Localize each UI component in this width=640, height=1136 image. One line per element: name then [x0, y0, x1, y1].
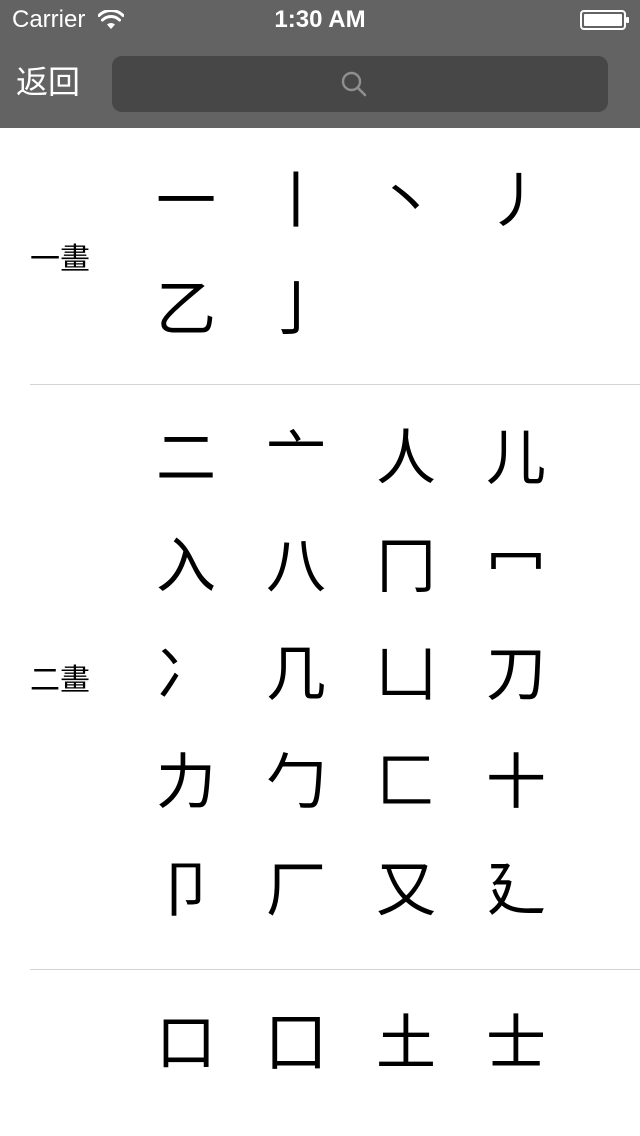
radical-item[interactable]: 凵: [366, 621, 446, 729]
stroke-section-3: 口 囗 土 士: [30, 970, 640, 1122]
radical-item[interactable]: 乙: [146, 256, 226, 364]
battery-icon: [580, 10, 629, 30]
radical-item[interactable]: 入: [146, 513, 226, 621]
radical-item[interactable]: 勹: [256, 729, 336, 837]
radical-item[interactable]: 士: [476, 990, 556, 1098]
radical-item[interactable]: 厂: [256, 837, 336, 945]
section-label: 二畫: [30, 663, 90, 698]
stroke-section-2: 二畫 二 亠 人 儿 入 八 冂 冖 冫 几 凵 刀 力 勹 匚 十 卩 厂 又…: [30, 385, 640, 970]
status-bar: Carrier 1:30 AM: [0, 0, 640, 40]
radical-item[interactable]: 儿: [476, 405, 556, 513]
radical-item[interactable]: 十: [476, 729, 556, 837]
radical-item[interactable]: 丶: [366, 148, 446, 256]
radical-item[interactable]: 亅: [256, 256, 336, 364]
radical-item[interactable]: 丿: [476, 148, 556, 256]
radical-item[interactable]: 又: [366, 837, 446, 945]
stroke-section-1: 一畫 一 丨 丶 丿 乙 亅: [30, 128, 640, 385]
back-button[interactable]: 返回: [16, 62, 80, 102]
radical-item[interactable]: 匚: [366, 729, 446, 837]
radical-item[interactable]: 卩: [146, 837, 226, 945]
radical-item[interactable]: 廴: [476, 837, 556, 945]
radical-item[interactable]: 人: [366, 405, 446, 513]
radical-item[interactable]: 几: [256, 621, 336, 729]
section-label: 一畫: [30, 242, 90, 277]
radical-item[interactable]: 力: [146, 729, 226, 837]
search-input[interactable]: [112, 56, 608, 112]
search-field[interactable]: [112, 56, 608, 112]
radical-item[interactable]: 囗: [256, 990, 336, 1098]
radical-item[interactable]: 亠: [256, 405, 336, 513]
radical-item[interactable]: 一: [146, 148, 226, 256]
radical-item[interactable]: 八: [256, 513, 336, 621]
top-bar: Carrier 1:30 AM 返回: [0, 0, 640, 128]
radical-item[interactable]: 丨: [256, 148, 336, 256]
radical-item[interactable]: 冂: [366, 513, 446, 621]
radical-item[interactable]: 冫: [146, 621, 226, 729]
radical-list[interactable]: 一畫 一 丨 丶 丿 乙 亅 二畫 二 亠 人 儿 入 八 冂 冖 冫 几 凵 …: [0, 128, 640, 1136]
status-time: 1:30 AM: [274, 6, 366, 33]
radical-item[interactable]: 土: [366, 990, 446, 1098]
radical-item[interactable]: 口: [146, 990, 226, 1098]
radical-grid: 口 囗 土 士: [146, 970, 640, 1122]
radical-grid: 一 丨 丶 丿 乙 亅: [146, 128, 640, 384]
navigation-bar: 返回: [0, 40, 640, 128]
radical-item[interactable]: 二: [146, 405, 226, 513]
radical-grid: 二 亠 人 儿 入 八 冂 冖 冫 几 凵 刀 力 勹 匚 十 卩 厂 又 廴: [146, 385, 640, 969]
radical-item[interactable]: 刀: [476, 621, 556, 729]
radical-item[interactable]: 冖: [476, 513, 556, 621]
